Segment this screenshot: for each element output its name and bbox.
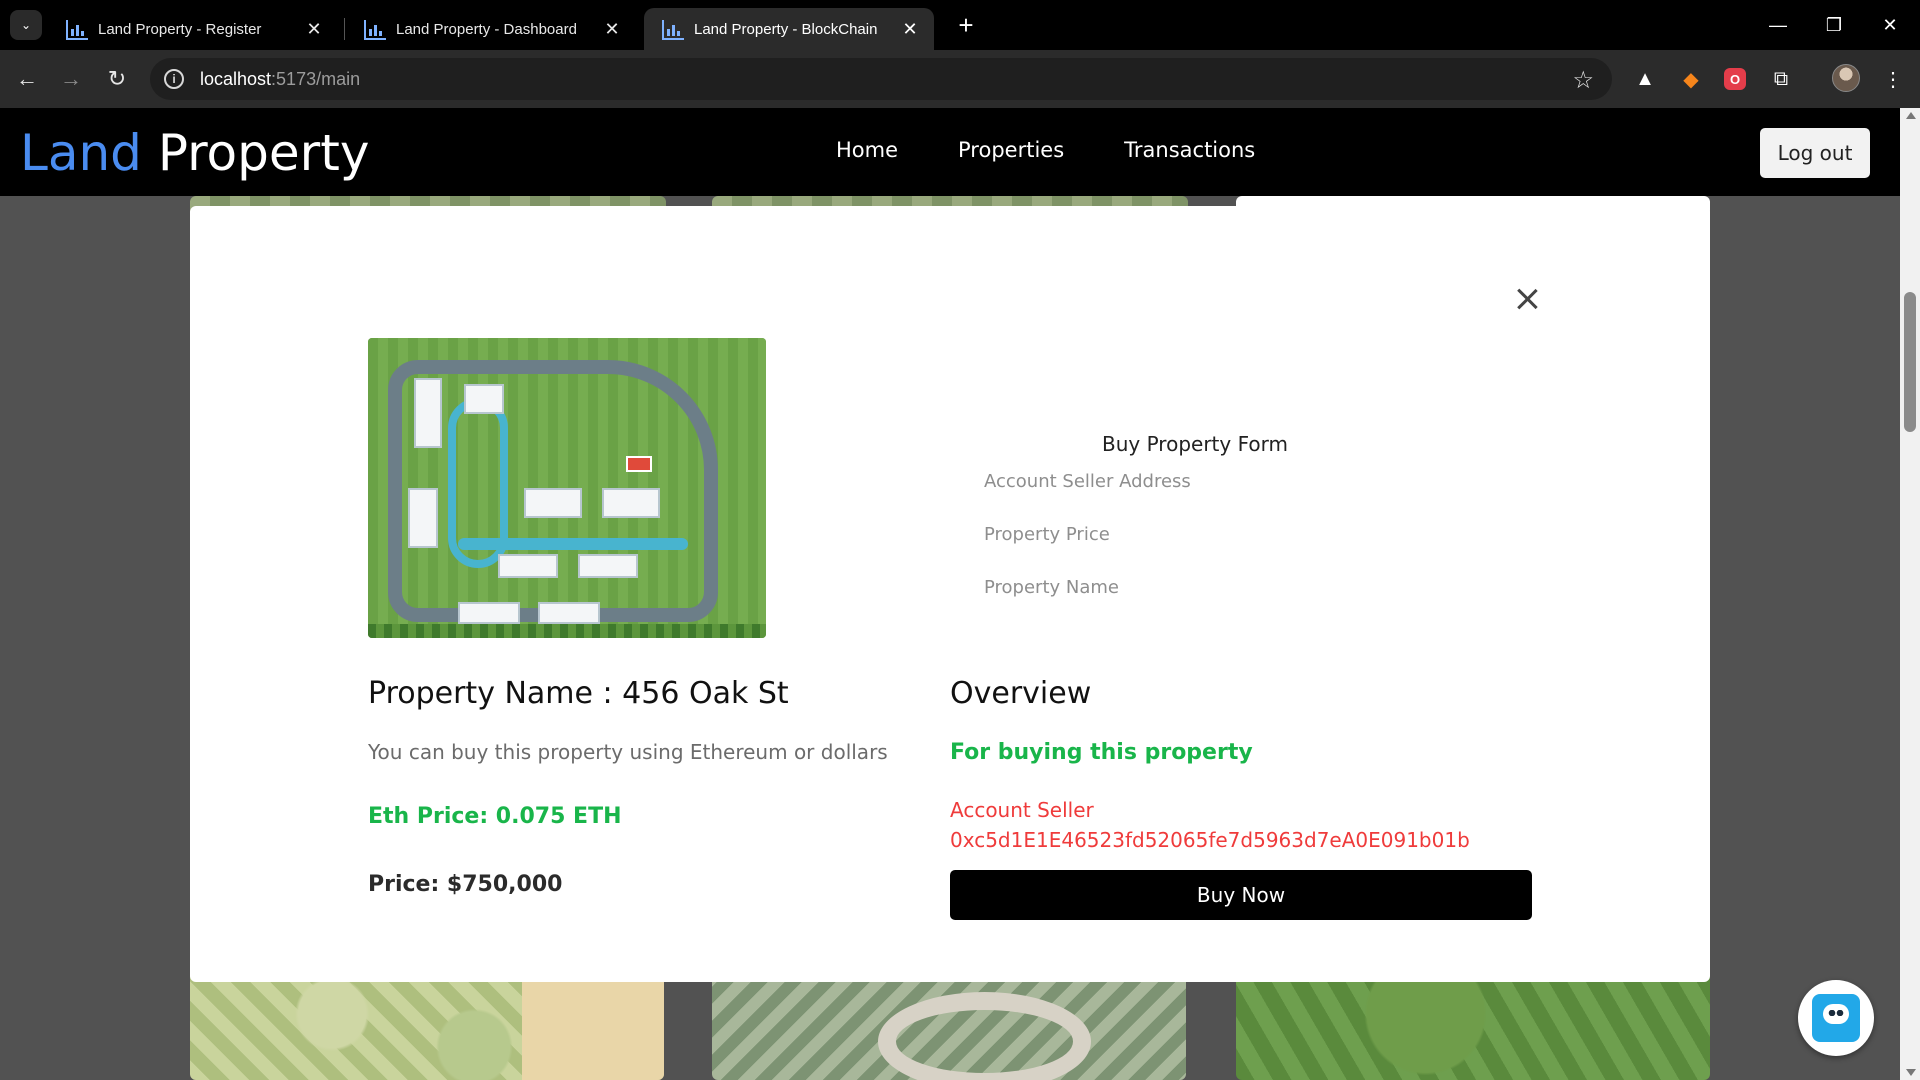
- property-name-input[interactable]: [984, 572, 1544, 602]
- browser-tab-bar: ⌄ Land Property - Register ✕ Land Proper…: [0, 0, 1920, 50]
- extensions-puzzle-icon[interactable]: ⧉: [1766, 64, 1796, 94]
- logo-word-land: Land: [20, 124, 142, 182]
- nav-transactions-link[interactable]: Transactions: [1124, 138, 1255, 162]
- browser-tab-dashboard[interactable]: Land Property - Dashboard ✕: [346, 8, 636, 50]
- scroll-up-icon[interactable]: [1906, 112, 1916, 119]
- eth-price: Eth Price: 0.075 ETH: [368, 804, 622, 829]
- new-tab-plus-icon[interactable]: +: [950, 10, 982, 40]
- extension-record-icon[interactable]: O: [1724, 68, 1746, 90]
- extension-triangle-icon[interactable]: ▲: [1630, 64, 1660, 94]
- property-card-image[interactable]: [712, 970, 1186, 1080]
- chart-favicon-icon: [66, 20, 88, 40]
- nav-properties-link[interactable]: Properties: [958, 138, 1064, 162]
- site-navbar: Land Property Home Properties Transactio…: [0, 108, 1900, 196]
- usd-price: Price: $750,000: [368, 872, 563, 897]
- tab-title: Land Property - Register: [98, 20, 262, 38]
- reload-icon[interactable]: ↻: [102, 64, 132, 94]
- back-arrow-icon[interactable]: ←: [12, 64, 42, 94]
- tab-separator: [344, 18, 345, 40]
- buy-property-modal: Property Name : 456 Oak St You can buy t…: [190, 206, 1710, 982]
- chart-favicon-icon: [662, 20, 684, 40]
- browser-menu-icon[interactable]: ⋮: [1878, 64, 1908, 94]
- browser-toolbar: ← → ↻ i localhost:5173/main ☆ ▲ ◆ O ⧉ ⋮: [0, 50, 1920, 108]
- chatbot-button[interactable]: [1798, 980, 1874, 1056]
- url-path: :5173/main: [271, 68, 361, 89]
- close-tab-icon[interactable]: ✕: [896, 19, 924, 40]
- forward-arrow-icon[interactable]: →: [56, 64, 86, 94]
- logout-button[interactable]: Log out: [1760, 128, 1870, 178]
- property-card-image[interactable]: [190, 970, 664, 1080]
- url-host: localhost: [200, 68, 272, 89]
- buy-now-button[interactable]: Buy Now: [950, 870, 1532, 920]
- restore-icon[interactable]: ❐: [1806, 0, 1862, 50]
- url-text[interactable]: localhost:5173/main: [200, 69, 360, 90]
- page-viewport: Land Property Home Properties Transactio…: [0, 108, 1900, 1080]
- property-price-input[interactable]: [984, 519, 1544, 549]
- seller-address-input[interactable]: [984, 466, 1544, 496]
- metamask-fox-icon[interactable]: ◆: [1676, 64, 1706, 94]
- address-bar[interactable]: i localhost:5173/main ☆: [150, 58, 1612, 100]
- tab-title: Land Property - Dashboard: [396, 20, 577, 38]
- browser-tab-register[interactable]: Land Property - Register ✕: [48, 8, 338, 50]
- profile-avatar[interactable]: [1832, 64, 1860, 92]
- site-info-icon[interactable]: i: [164, 69, 184, 89]
- tab-title: Land Property - BlockChain: [694, 20, 878, 38]
- scroll-thumb[interactable]: [1904, 292, 1916, 432]
- overview-subtitle: For buying this property: [950, 740, 1253, 765]
- property-title: Property Name : 456 Oak St: [368, 676, 789, 711]
- overview-title: Overview: [950, 676, 1092, 711]
- minimize-icon[interactable]: —: [1750, 0, 1806, 50]
- close-tab-icon[interactable]: ✕: [598, 19, 626, 40]
- form-title: Buy Property Form: [1102, 432, 1288, 456]
- property-description: You can buy this property using Ethereum…: [368, 740, 888, 764]
- close-tab-icon[interactable]: ✕: [300, 19, 328, 40]
- nav-home-link[interactable]: Home: [836, 138, 898, 162]
- property-card-image[interactable]: [1236, 970, 1710, 1080]
- page-scrollbar[interactable]: [1900, 108, 1920, 1080]
- tab-search-chevron-icon[interactable]: ⌄: [10, 10, 42, 40]
- close-icon[interactable]: [1512, 284, 1542, 314]
- chart-favicon-icon: [364, 20, 386, 40]
- logo-word-property: Property: [141, 124, 370, 182]
- property-image: [368, 338, 766, 638]
- site-logo[interactable]: Land Property: [20, 124, 369, 182]
- robot-icon: [1812, 994, 1860, 1042]
- window-close-icon[interactable]: ✕: [1862, 0, 1918, 50]
- scroll-down-icon[interactable]: [1906, 1069, 1916, 1076]
- main-nav: Home Properties Transactions: [836, 138, 1255, 162]
- bookmark-star-icon[interactable]: ☆: [1572, 66, 1594, 95]
- browser-tab-blockchain[interactable]: Land Property - BlockChain ✕: [644, 8, 934, 50]
- seller-label: Account Seller: [950, 798, 1094, 822]
- seller-address: 0xc5d1E1E46523fd52065fe7d5963d7eA0E091b0…: [950, 828, 1470, 852]
